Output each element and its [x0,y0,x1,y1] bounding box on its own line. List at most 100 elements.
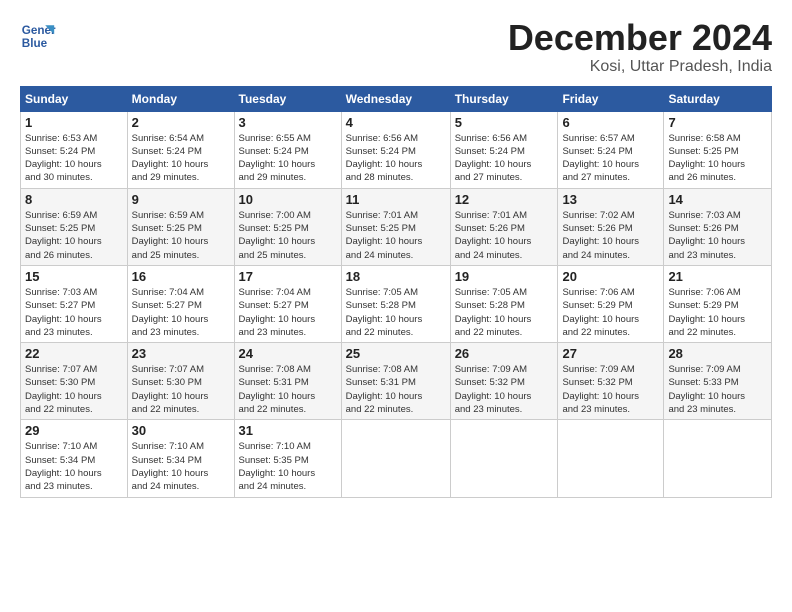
day-info: Sunrise: 6:59 AM Sunset: 5:25 PM Dayligh… [25,209,123,262]
table-row: 21 Sunrise: 7:06 AM Sunset: 5:29 PM Dayli… [664,265,772,342]
day-number: 7 [668,115,767,130]
calendar-table: Sunday Monday Tuesday Wednesday Thursday… [20,86,772,498]
day-number: 8 [25,192,123,207]
table-row: 28Sunrise: 7:09 AM Sunset: 5:33 PM Dayli… [664,343,772,420]
day-number: 31 [239,423,337,438]
col-sunday: Sunday [21,86,128,111]
table-row: 19 Sunrise: 7:05 AM Sunset: 5:28 PM Dayli… [450,265,558,342]
table-row: 2Sunrise: 6:54 AM Sunset: 5:24 PM Daylig… [127,111,234,188]
day-number: 3 [239,115,337,130]
day-info: Sunrise: 7:00 AM Sunset: 5:25 PM Dayligh… [239,209,337,262]
table-row [341,420,450,497]
table-row: 9 Sunrise: 6:59 AM Sunset: 5:25 PM Daylig… [127,188,234,265]
table-row: 7 Sunrise: 6:58 AM Sunset: 5:25 PM Daylig… [664,111,772,188]
table-row: 20Sunrise: 7:06 AM Sunset: 5:29 PM Dayli… [558,265,664,342]
table-row: 25 Sunrise: 7:08 AM Sunset: 5:31 PM Dayli… [341,343,450,420]
table-row: 24 Sunrise: 7:08 AM Sunset: 5:31 PM Dayli… [234,343,341,420]
table-row [664,420,772,497]
calendar-week-row: 1Sunrise: 6:53 AM Sunset: 5:24 PM Daylig… [21,111,772,188]
col-thursday: Thursday [450,86,558,111]
calendar-week-row: 29Sunrise: 7:10 AM Sunset: 5:34 PM Dayli… [21,420,772,497]
logo: General Blue [20,18,56,54]
day-number: 15 [25,269,123,284]
day-info: Sunrise: 7:09 AM Sunset: 5:32 PM Dayligh… [562,363,659,416]
table-row: 13 Sunrise: 7:02 AM Sunset: 5:26 PM Dayli… [558,188,664,265]
table-row: 10 Sunrise: 7:00 AM Sunset: 5:25 PM Dayli… [234,188,341,265]
day-info: Sunrise: 7:09 AM Sunset: 5:33 PM Dayligh… [668,363,767,416]
calendar-week-row: 8 Sunrise: 6:59 AM Sunset: 5:25 PM Daylig… [21,188,772,265]
day-number: 10 [239,192,337,207]
day-info: Sunrise: 7:09 AM Sunset: 5:32 PM Dayligh… [455,363,554,416]
col-wednesday: Wednesday [341,86,450,111]
day-number: 25 [346,346,446,361]
col-friday: Friday [558,86,664,111]
day-number: 5 [455,115,554,130]
day-number: 17 [239,269,337,284]
header: General Blue December 2024 Kosi, Uttar P… [20,18,772,76]
day-number: 27 [562,346,659,361]
day-info: Sunrise: 7:10 AM Sunset: 5:34 PM Dayligh… [132,440,230,493]
day-info: Sunrise: 6:59 AM Sunset: 5:25 PM Dayligh… [132,209,230,262]
calendar-header-row: Sunday Monday Tuesday Wednesday Thursday… [21,86,772,111]
day-number: 30 [132,423,230,438]
table-row: 23 Sunrise: 7:07 AM Sunset: 5:30 PM Dayli… [127,343,234,420]
table-row: 14Sunrise: 7:03 AM Sunset: 5:26 PM Dayli… [664,188,772,265]
table-row [450,420,558,497]
day-info: Sunrise: 7:04 AM Sunset: 5:27 PM Dayligh… [132,286,230,339]
calendar-week-row: 22 Sunrise: 7:07 AM Sunset: 5:30 PM Dayli… [21,343,772,420]
table-row: 11Sunrise: 7:01 AM Sunset: 5:25 PM Dayli… [341,188,450,265]
day-number: 9 [132,192,230,207]
day-info: Sunrise: 7:08 AM Sunset: 5:31 PM Dayligh… [346,363,446,416]
logo-icon: General Blue [20,18,56,54]
table-row: 4Sunrise: 6:56 AM Sunset: 5:24 PM Daylig… [341,111,450,188]
day-info: Sunrise: 7:07 AM Sunset: 5:30 PM Dayligh… [25,363,123,416]
month-title: December 2024 [508,18,772,58]
day-info: Sunrise: 6:56 AM Sunset: 5:24 PM Dayligh… [455,132,554,185]
day-info: Sunrise: 7:06 AM Sunset: 5:29 PM Dayligh… [668,286,767,339]
day-info: Sunrise: 7:07 AM Sunset: 5:30 PM Dayligh… [132,363,230,416]
title-block: December 2024 Kosi, Uttar Pradesh, India [508,18,772,76]
day-number: 12 [455,192,554,207]
day-number: 23 [132,346,230,361]
day-info: Sunrise: 7:03 AM Sunset: 5:27 PM Dayligh… [25,286,123,339]
table-row: 12 Sunrise: 7:01 AM Sunset: 5:26 PM Dayli… [450,188,558,265]
day-info: Sunrise: 7:02 AM Sunset: 5:26 PM Dayligh… [562,209,659,262]
day-number: 18 [346,269,446,284]
day-number: 24 [239,346,337,361]
day-info: Sunrise: 7:05 AM Sunset: 5:28 PM Dayligh… [346,286,446,339]
table-row: 31 Sunrise: 7:10 AM Sunset: 5:35 PM Dayli… [234,420,341,497]
day-number: 13 [562,192,659,207]
location: Kosi, Uttar Pradesh, India [508,58,772,76]
table-row: 29Sunrise: 7:10 AM Sunset: 5:34 PM Dayli… [21,420,128,497]
col-tuesday: Tuesday [234,86,341,111]
table-row: 18 Sunrise: 7:05 AM Sunset: 5:28 PM Dayli… [341,265,450,342]
day-info: Sunrise: 7:06 AM Sunset: 5:29 PM Dayligh… [562,286,659,339]
table-row: 16 Sunrise: 7:04 AM Sunset: 5:27 PM Dayli… [127,265,234,342]
table-row: 22 Sunrise: 7:07 AM Sunset: 5:30 PM Dayli… [21,343,128,420]
day-number: 21 [668,269,767,284]
day-info: Sunrise: 6:58 AM Sunset: 5:25 PM Dayligh… [668,132,767,185]
table-row: 27 Sunrise: 7:09 AM Sunset: 5:32 PM Dayli… [558,343,664,420]
day-info: Sunrise: 6:57 AM Sunset: 5:24 PM Dayligh… [562,132,659,185]
table-row: 6 Sunrise: 6:57 AM Sunset: 5:24 PM Daylig… [558,111,664,188]
day-info: Sunrise: 7:10 AM Sunset: 5:34 PM Dayligh… [25,440,123,493]
table-row [558,420,664,497]
day-number: 2 [132,115,230,130]
day-info: Sunrise: 7:10 AM Sunset: 5:35 PM Dayligh… [239,440,337,493]
col-monday: Monday [127,86,234,111]
day-number: 6 [562,115,659,130]
day-info: Sunrise: 7:01 AM Sunset: 5:26 PM Dayligh… [455,209,554,262]
calendar-week-row: 15 Sunrise: 7:03 AM Sunset: 5:27 PM Dayli… [21,265,772,342]
day-info: Sunrise: 7:03 AM Sunset: 5:26 PM Dayligh… [668,209,767,262]
table-row: 3Sunrise: 6:55 AM Sunset: 5:24 PM Daylig… [234,111,341,188]
svg-text:Blue: Blue [22,37,48,50]
day-number: 16 [132,269,230,284]
table-row: 8 Sunrise: 6:59 AM Sunset: 5:25 PM Daylig… [21,188,128,265]
day-info: Sunrise: 7:05 AM Sunset: 5:28 PM Dayligh… [455,286,554,339]
day-number: 22 [25,346,123,361]
day-number: 19 [455,269,554,284]
day-info: Sunrise: 7:08 AM Sunset: 5:31 PM Dayligh… [239,363,337,416]
table-row: 17Sunrise: 7:04 AM Sunset: 5:27 PM Dayli… [234,265,341,342]
day-number: 4 [346,115,446,130]
day-info: Sunrise: 7:01 AM Sunset: 5:25 PM Dayligh… [346,209,446,262]
